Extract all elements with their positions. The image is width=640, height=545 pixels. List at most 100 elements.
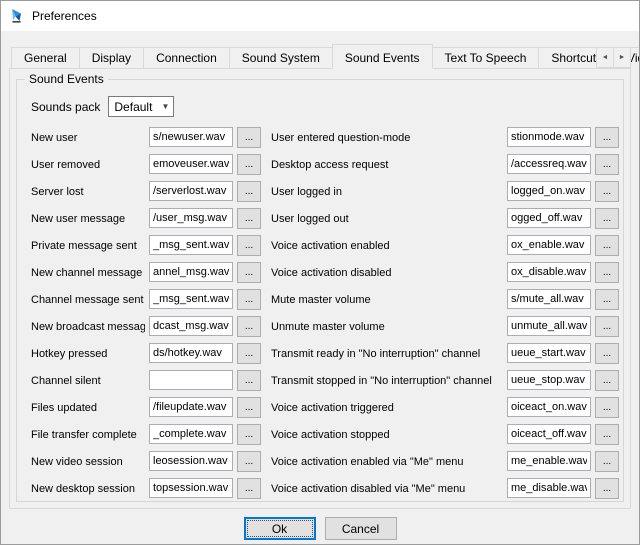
sound-event-label: New broadcast message [31, 321, 145, 333]
tab-scroll-left-button[interactable]: ◄ [596, 47, 614, 68]
browse-button[interactable]: ... [595, 316, 619, 337]
sound-file-input[interactable] [149, 208, 233, 228]
sound-file-input[interactable] [507, 289, 591, 309]
tab-connection[interactable]: Connection [143, 47, 230, 68]
tab-display[interactable]: Display [79, 47, 144, 68]
sound-event-label: Voice activation disabled [271, 267, 503, 279]
browse-button[interactable]: ... [237, 289, 261, 310]
sound-file-input[interactable] [507, 154, 591, 174]
preferences-window: Preferences GeneralDisplayConnectionSoun… [0, 0, 640, 545]
dialog-footer: Ok Cancel [9, 517, 631, 540]
browse-button[interactable]: ... [237, 343, 261, 364]
sound-file-input[interactable] [149, 316, 233, 336]
browse-button[interactable]: ... [237, 397, 261, 418]
sound-file-input[interactable] [507, 235, 591, 255]
chevron-down-icon: ▼ [161, 102, 169, 111]
sound-file-input[interactable] [507, 451, 591, 471]
browse-button[interactable]: ... [595, 451, 619, 472]
tab-text-to-speech[interactable]: Text To Speech [432, 47, 540, 68]
dialog-content: GeneralDisplayConnectionSound SystemSoun… [1, 31, 639, 545]
sound-file-input[interactable] [507, 316, 591, 336]
tab-panel: Sound Events Sounds pack Default ▼ New u… [9, 68, 631, 509]
sound-event-label: Hotkey pressed [31, 348, 145, 360]
sound-file-input[interactable] [149, 478, 233, 498]
sound-file-input[interactable] [149, 343, 233, 363]
browse-button[interactable]: ... [237, 154, 261, 175]
sound-event-label: Voice activation disabled via "Me" menu [271, 483, 503, 495]
tab-sound-system[interactable]: Sound System [229, 47, 333, 68]
browse-button[interactable]: ... [237, 316, 261, 337]
tab-bar-tabs: GeneralDisplayConnectionSound SystemSoun… [11, 44, 640, 68]
browse-button[interactable]: ... [237, 208, 261, 229]
sound-file-input[interactable] [149, 451, 233, 471]
browse-button[interactable]: ... [237, 451, 261, 472]
tab-scroll-right-button[interactable]: ► [613, 47, 631, 68]
sound-file-input[interactable] [149, 235, 233, 255]
tab-general[interactable]: General [11, 47, 80, 68]
sound-event-label: User logged out [271, 213, 503, 225]
sound-event-label: New video session [31, 456, 145, 468]
title-bar: Preferences [1, 1, 639, 31]
sound-event-label: Channel silent [31, 375, 145, 387]
browse-button[interactable]: ... [595, 424, 619, 445]
browse-button[interactable]: ... [237, 235, 261, 256]
browse-button[interactable]: ... [595, 478, 619, 499]
sounds-pack-value: Default [114, 100, 152, 114]
sound-file-input[interactable] [507, 127, 591, 147]
sound-event-label: Voice activation stopped [271, 429, 503, 441]
browse-button[interactable]: ... [595, 181, 619, 202]
sound-file-input[interactable] [149, 397, 233, 417]
sound-event-label: User entered question-mode [271, 132, 503, 144]
sound-file-input[interactable] [149, 262, 233, 282]
sound-event-label: New desktop session [31, 483, 145, 495]
browse-button[interactable]: ... [237, 424, 261, 445]
browse-button[interactable]: ... [237, 262, 261, 283]
browse-button[interactable]: ... [595, 154, 619, 175]
ok-button[interactable]: Ok [244, 517, 316, 540]
browse-button[interactable]: ... [595, 289, 619, 310]
sound-file-input[interactable] [149, 370, 233, 390]
sound-file-input[interactable] [507, 181, 591, 201]
sound-event-label: Unmute master volume [271, 321, 503, 333]
sound-event-label: Voice activation triggered [271, 402, 503, 414]
browse-button[interactable]: ... [595, 343, 619, 364]
sound-event-label: Desktop access request [271, 159, 503, 171]
sound-file-input[interactable] [149, 127, 233, 147]
tab-bar: GeneralDisplayConnectionSound SystemSoun… [11, 43, 631, 68]
sounds-pack-label: Sounds pack [31, 100, 100, 114]
browse-button[interactable]: ... [237, 370, 261, 391]
browse-button[interactable]: ... [237, 181, 261, 202]
sound-file-input[interactable] [507, 397, 591, 417]
sound-event-label: User logged in [271, 186, 503, 198]
sounds-pack-select[interactable]: Default ▼ [108, 96, 174, 117]
sound-file-input[interactable] [507, 208, 591, 228]
sound-event-label: Voice activation enabled [271, 240, 503, 252]
sound-file-input[interactable] [507, 424, 591, 444]
browse-button[interactable]: ... [595, 127, 619, 148]
sound-event-columns: New user ... User removed ... Server los… [31, 127, 615, 499]
browse-button[interactable]: ... [595, 262, 619, 283]
sound-file-input[interactable] [507, 343, 591, 363]
browse-button[interactable]: ... [237, 478, 261, 499]
sounds-pack-row: Sounds pack Default ▼ [31, 96, 615, 117]
browse-button[interactable]: ... [595, 235, 619, 256]
app-icon [9, 8, 25, 24]
sound-file-input[interactable] [507, 370, 591, 390]
sound-file-input[interactable] [149, 289, 233, 309]
browse-button[interactable]: ... [237, 127, 261, 148]
browse-button[interactable]: ... [595, 370, 619, 391]
browse-button[interactable]: ... [595, 208, 619, 229]
sound-file-input[interactable] [149, 154, 233, 174]
sound-file-input[interactable] [149, 424, 233, 444]
sound-file-input[interactable] [507, 262, 591, 282]
cancel-button[interactable]: Cancel [325, 517, 397, 540]
sound-event-label: New user message [31, 213, 145, 225]
browse-button[interactable]: ... [595, 397, 619, 418]
sound-event-label: Channel message sent [31, 294, 145, 306]
sound-file-input[interactable] [149, 181, 233, 201]
group-title: Sound Events [25, 72, 108, 86]
sound-event-label: New user [31, 132, 145, 144]
rows-left: New user ... User removed ... Server los… [31, 127, 261, 499]
sound-file-input[interactable] [507, 478, 591, 498]
tab-sound-events[interactable]: Sound Events [332, 44, 433, 69]
